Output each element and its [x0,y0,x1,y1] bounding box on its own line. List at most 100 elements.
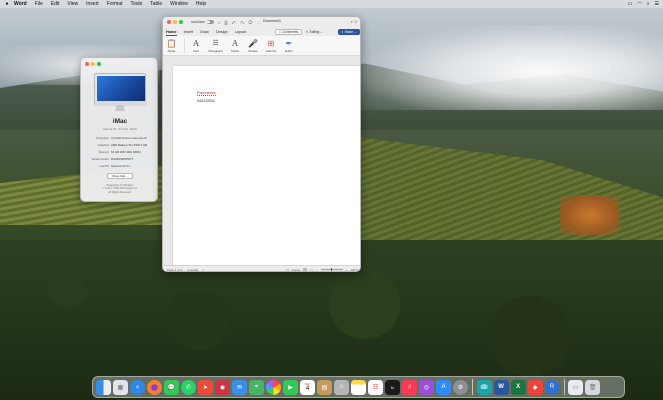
battery-icon[interactable]: ▭ [628,1,633,7]
search-icon[interactable]: ⌕ [647,1,650,7]
menu-bar: ● Word File Edit View Insert Format Tool… [0,0,663,8]
menu-file[interactable]: File [35,1,43,7]
photos-icon[interactable] [266,379,281,395]
dictate-group[interactable]: 🎤 Dictate [248,38,259,54]
zoom-level[interactable]: 120% [350,268,358,272]
tab-insert[interactable]: Insert [184,30,194,34]
apple-tv-icon[interactable]: tv [385,379,400,395]
menu-format[interactable]: Format [107,1,123,7]
editor-group[interactable]: ✒ Editor [284,38,295,54]
menu-insert[interactable]: Insert [86,1,99,7]
status-menu-extras: ▭ ◠ ⌕ ☰ [628,0,659,8]
launchpad-icon[interactable]: ▦ [113,379,128,395]
status-right: ⊡ Focus ▢ − + 120% [286,267,358,272]
add-ins-icon: ⊞ [267,38,275,48]
document-text-line[interactable]: Ramassss [197,90,216,96]
proofing-icon[interactable]: ✓ [202,268,205,272]
menu-help[interactable]: Help [196,1,206,7]
page-count[interactable]: Page 1 of 1 [167,268,182,272]
font-group[interactable]: A Font [191,38,202,54]
apple-menu-icon[interactable]: ● [4,1,10,7]
minimize-button[interactable] [173,20,177,24]
comments-button[interactable]: ☐ Comments [275,28,303,35]
paragraph-group[interactable]: ☰ Paragraph [209,38,223,53]
firefox-icon[interactable] [147,379,162,395]
contacts-icon[interactable]: ☺ [334,379,349,395]
more-info-button[interactable]: More Info... [107,173,133,179]
word-count[interactable]: 2 words [187,268,198,272]
model-name: iMac [112,118,128,125]
app-store-icon[interactable]: A [436,379,451,395]
word-icon[interactable]: W [493,379,509,395]
maps-arrow-icon[interactable]: ➤ [198,379,213,395]
styles-group[interactable]: A Styles [230,38,241,54]
maps-icon[interactable]: ⌖ [249,379,264,395]
excel-icon[interactable]: X [510,379,526,395]
tune-icon[interactable]: ↂ [476,379,492,395]
ribbon-toolbar: 📋 Paste A Font ☰ Paragraph A Styles 🎤 Di… [163,36,360,56]
podcasts-icon[interactable]: ◎ [419,379,434,395]
calendar-icon[interactable]: SEP 4 [300,379,315,395]
menu-edit[interactable]: Edit [51,1,60,7]
editing-button[interactable]: ✎ Editing ⌄ [306,29,323,35]
music-icon[interactable]: ♫ [402,379,417,395]
clipboard-icon: 📋 [166,38,177,48]
zoom-slider-knob[interactable] [330,267,333,271]
close-button[interactable] [167,20,171,24]
add-ins-group[interactable]: ⊞ Add-ins [266,38,277,54]
document-page[interactable]: Ramassss 04/12/2024 [173,66,360,271]
web-layout-icon[interactable]: ▢ [310,268,313,272]
menu-tools[interactable]: Tools [130,1,142,7]
focus-label[interactable]: Focus [292,268,300,272]
microphone-icon: 🎤 [248,38,258,48]
window-controls [167,20,183,24]
system-settings-icon[interactable]: ⚙ [453,379,468,395]
dock-separator [563,379,565,395]
trash-icon[interactable]: 🗑 [585,379,601,395]
autosave-toggle[interactable] [206,20,214,24]
notes-icon[interactable] [351,379,366,395]
tab-draw[interactable]: Draw [200,30,209,34]
imac-image [94,73,147,113]
notes-brown-icon[interactable]: ▤ [317,379,332,395]
anydesk-icon[interactable]: ◆ [527,379,543,395]
facetime-icon[interactable]: ▶ [283,379,298,395]
print-layout-icon[interactable] [302,267,307,271]
menu-table[interactable]: Table [150,1,162,7]
zoom-slider[interactable] [320,267,343,271]
document-date-line[interactable]: 04/12/2024 [197,99,215,103]
menu-app-name[interactable]: Word [14,1,27,7]
remote-icon[interactable]: R [544,379,560,395]
finder-icon[interactable] [96,379,111,395]
menu-window[interactable]: Window [170,1,188,7]
tab-home[interactable]: Home [166,30,177,36]
focus-icon[interactable]: ⊡ [286,268,289,272]
paragraph-icon: ☰ [212,40,219,47]
mail-icon[interactable]: ✉ [232,379,247,395]
paste-group[interactable]: 📋 Paste [166,38,177,54]
wallpaper-autumn-tree [560,195,620,235]
about-this-mac-window: iMac Retina 5K, 27-inch, 2020 Processor 3… [80,57,158,202]
dock-separator [472,379,473,395]
reminders-icon[interactable]: ☷ [368,379,383,395]
whatsapp-icon[interactable]: ✆ [181,379,196,395]
wifi-icon[interactable]: ◠ [637,1,641,7]
menu-view[interactable]: View [67,1,78,7]
quick-access-toolbar[interactable]: ⌂ ⎙ ↶ ↷ ⟳ ⋯ [218,20,263,25]
dock: ▦ ✧ 💬 ✆ ➤ ◉ ✉ ⌖ ▶ SEP 4 ▤ ☺ ☷ tv ♫ ◎ A ⚙… [92,376,625,398]
zoom-in-icon[interactable]: + [346,268,348,272]
photo-booth-icon[interactable]: ◉ [215,379,230,395]
word-titlebar: AutoSave ⌂ ⎙ ↶ ↷ ⟳ ⋯ Document1 ⌕ ☺ [163,17,360,27]
messages-icon[interactable]: 💬 [164,379,179,395]
close-button[interactable] [85,62,89,66]
search-icon[interactable]: ⌕ ☺ [351,19,358,24]
control-center-icon[interactable]: ☰ [655,1,659,7]
zoom-out-icon[interactable]: − [316,268,318,272]
specs-list: Processor 3.1 GHz 6-Core Intel Core i5 Gr… [85,136,157,171]
tab-design[interactable]: Design [216,30,228,34]
zoom-button[interactable] [179,20,183,24]
safari-icon[interactable]: ✧ [130,379,145,395]
tab-layout[interactable]: Layout [235,30,246,34]
share-button[interactable]: ⇪ Share ⌄ [338,28,360,35]
document-icon[interactable]: ▭ [568,379,584,395]
